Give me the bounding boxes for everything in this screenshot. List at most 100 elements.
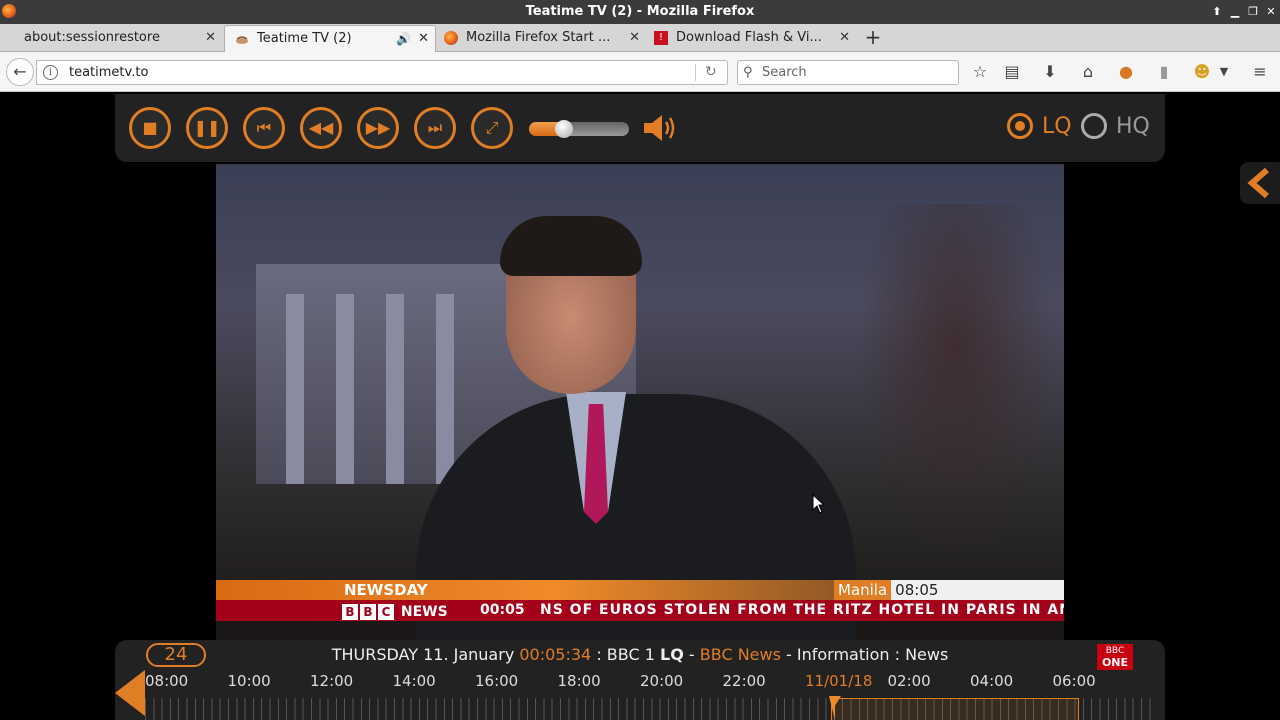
video-column bbox=[436, 294, 454, 484]
tab-label: Mozilla Firefox Start ... bbox=[466, 30, 611, 45]
timeline-label[interactable]: 06:00 bbox=[1053, 670, 1096, 692]
navigation-bar: ← i teatimetv.to ↻ ⚲ Search ☆ ▤ ⬇ ⌂ ● ▮ … bbox=[0, 52, 1280, 92]
program-info: THURSDAY 11. January 00:05:34 : BBC 1 LQ… bbox=[115, 644, 1165, 666]
timeline-label[interactable]: 10:00 bbox=[228, 670, 271, 692]
ticker-time: 00:05 bbox=[480, 602, 525, 618]
location-time: 08:05 bbox=[895, 581, 939, 599]
hq-radio[interactable] bbox=[1081, 113, 1107, 139]
window-titlebar: Teatime TV (2) - Mozilla Firefox ⬆ ▁ ❐ ✕ bbox=[0, 0, 1280, 24]
url-separator bbox=[695, 64, 696, 81]
show-label: NEWSDAY bbox=[344, 581, 428, 599]
rewind-button[interactable]: ◀◀ bbox=[300, 107, 342, 149]
timeline-label[interactable]: 16:00 bbox=[475, 670, 518, 692]
pause-button[interactable]: ❚❚ bbox=[186, 107, 228, 149]
video-column bbox=[386, 294, 404, 484]
volume-knob[interactable] bbox=[555, 120, 573, 138]
timeline-label[interactable]: 11/01/18 bbox=[805, 670, 872, 692]
window-close-button[interactable]: ✕ bbox=[1262, 0, 1280, 24]
speaker-icon[interactable]: 🔊 bbox=[396, 26, 411, 52]
mouse-cursor bbox=[812, 494, 826, 514]
location-box: Manila 08:05 bbox=[834, 580, 1064, 600]
timeline-label[interactable]: 12:00 bbox=[310, 670, 353, 692]
lq-radio[interactable] bbox=[1007, 113, 1033, 139]
program-name: BBC News bbox=[699, 645, 781, 664]
program-channel: : BBC 1 bbox=[596, 645, 655, 664]
firefox-icon bbox=[2, 4, 16, 18]
ticker-headline: NS OF EUROS STOLEN FROM THE RITZ HOTEL I… bbox=[540, 602, 1064, 618]
bbc-news-logo: BBC NEWS bbox=[342, 602, 448, 621]
window-restore-button[interactable]: ❐ bbox=[1244, 0, 1262, 24]
extension-monkey-icon[interactable]: ☻ bbox=[1192, 62, 1212, 82]
extension-cookie-icon[interactable]: ● bbox=[1116, 62, 1136, 82]
player-controls: ■ ❚❚ ⏮ ◀◀ ▶▶ ⏭ ⤢ LQ HQ bbox=[115, 94, 1165, 162]
close-tab-icon[interactable]: ✕ bbox=[629, 25, 640, 51]
timeline-label[interactable]: 14:00 bbox=[393, 670, 436, 692]
timeline-label[interactable]: 22:00 bbox=[723, 670, 766, 692]
close-tab-icon[interactable]: ✕ bbox=[418, 26, 429, 52]
window-title: Teatime TV (2) - Mozilla Firefox bbox=[525, 4, 755, 19]
program-guide: 24 THURSDAY 11. January 00:05:34 : BBC 1… bbox=[115, 640, 1165, 720]
timeline-label[interactable]: 18:00 bbox=[558, 670, 601, 692]
video-tree bbox=[856, 204, 1056, 554]
bbc-one-logo: BBC ONE bbox=[1097, 644, 1133, 670]
back-button[interactable]: ← bbox=[6, 58, 34, 86]
stop-button[interactable]: ■ bbox=[129, 107, 171, 149]
video-reporter-hair bbox=[500, 216, 642, 276]
fast-rewind-button[interactable]: ⏮ bbox=[243, 107, 285, 149]
search-placeholder: Search bbox=[762, 65, 807, 80]
new-tab-button[interactable]: + bbox=[862, 24, 884, 51]
window-up-icon[interactable]: ⬆ bbox=[1208, 0, 1226, 24]
tab-sessionrestore[interactable]: about:sessionrestore ✕ bbox=[0, 25, 222, 52]
reading-list-icon[interactable]: ▤ bbox=[1002, 62, 1022, 82]
tab-download-flash[interactable]: ! Download Flash & Vi... ✕ bbox=[648, 25, 856, 52]
close-tab-icon[interactable]: ✕ bbox=[205, 25, 216, 51]
timeline-label[interactable]: 20:00 bbox=[640, 670, 683, 692]
timeline-label[interactable]: 04:00 bbox=[970, 670, 1013, 692]
program-quality: LQ bbox=[660, 645, 684, 664]
tab-teatime[interactable]: Teatime TV (2) 🔊 ✕ bbox=[224, 25, 436, 52]
url-text: teatimetv.to bbox=[69, 65, 149, 80]
fast-forward-button[interactable]: ⏭ bbox=[414, 107, 456, 149]
location-city: Manila bbox=[834, 580, 892, 600]
lq-radio-dot bbox=[1015, 121, 1025, 131]
extension-info-icon[interactable]: ▮ bbox=[1154, 62, 1174, 82]
video-column bbox=[336, 294, 354, 484]
timeline-label[interactable]: 08:00 bbox=[145, 670, 188, 692]
close-tab-icon[interactable]: ✕ bbox=[839, 25, 850, 51]
home-icon[interactable]: ⌂ bbox=[1078, 62, 1098, 82]
tab-label: Download Flash & Vi... bbox=[676, 30, 822, 45]
volume-slider[interactable] bbox=[529, 120, 629, 138]
tab-strip: about:sessionrestore ✕ Teatime TV (2) 🔊 … bbox=[0, 24, 1280, 52]
hq-label[interactable]: HQ bbox=[1116, 112, 1150, 142]
chevron-down-icon[interactable]: ▼ bbox=[1214, 62, 1234, 82]
program-day: THURSDAY 11. January bbox=[331, 645, 515, 664]
side-panel-toggle[interactable] bbox=[1240, 162, 1280, 204]
download-site-icon: ! bbox=[654, 31, 668, 45]
download-icon[interactable]: ⬇ bbox=[1040, 62, 1060, 82]
reload-icon[interactable]: ↻ bbox=[705, 61, 717, 84]
forward-button[interactable]: ▶▶ bbox=[357, 107, 399, 149]
lq-label[interactable]: LQ bbox=[1042, 112, 1072, 142]
teacup-icon bbox=[236, 36, 248, 44]
url-bar[interactable]: i teatimetv.to ↻ bbox=[36, 60, 728, 85]
search-icon: ⚲ bbox=[743, 65, 753, 80]
volume-speaker-icon[interactable] bbox=[642, 112, 678, 144]
video-column bbox=[286, 294, 304, 484]
window-minimize-button[interactable]: ▁ bbox=[1226, 0, 1244, 24]
bookmark-star-icon[interactable]: ☆ bbox=[970, 62, 990, 82]
info-icon[interactable]: i bbox=[43, 65, 58, 80]
chevron-left-icon bbox=[1247, 167, 1269, 199]
firefox-icon bbox=[444, 31, 458, 45]
lower-third: NEWSDAY Manila 08:05 bbox=[216, 580, 1064, 600]
timeline-label[interactable]: 02:00 bbox=[888, 670, 931, 692]
menu-icon[interactable]: ≡ bbox=[1250, 62, 1270, 82]
video-frame[interactable]: NEWSDAY Manila 08:05 BBC NEWS 00:05 NS OF… bbox=[216, 164, 1064, 640]
tab-label: about:sessionrestore bbox=[24, 30, 160, 45]
search-input[interactable]: ⚲ Search bbox=[737, 60, 959, 85]
timeline-prev-arrow[interactable] bbox=[115, 670, 145, 716]
tab-firefox-start[interactable]: Mozilla Firefox Start ... ✕ bbox=[438, 25, 646, 52]
program-dash: - bbox=[683, 645, 700, 664]
program-time: 00:05:34 bbox=[519, 645, 592, 664]
fullscreen-button[interactable]: ⤢ bbox=[471, 107, 513, 149]
news-ticker: BBC NEWS 00:05 NS OF EUROS STOLEN FROM T… bbox=[216, 600, 1064, 621]
